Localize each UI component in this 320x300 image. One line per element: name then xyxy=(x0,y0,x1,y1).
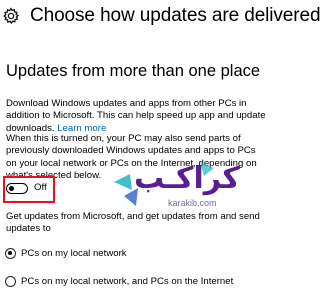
delivery-toggle-switch[interactable] xyxy=(6,183,28,194)
page-title: Choose how updates are delivered xyxy=(30,5,320,26)
radio-button-unselected[interactable] xyxy=(5,276,16,287)
watermark-subtext: karakib.com xyxy=(168,198,217,208)
section-heading: Updates from more than one place xyxy=(6,62,261,80)
description-body: Download Windows updates and apps from o… xyxy=(6,98,266,134)
radio-button-selected[interactable] xyxy=(5,248,16,259)
radio-label-local-network: PCs on my local network xyxy=(21,248,127,259)
description-text: Download Windows updates and apps from o… xyxy=(6,98,268,135)
get-updates-label: Get updates from Microsoft, and get upda… xyxy=(6,211,260,235)
page-header: Choose how updates are delivered xyxy=(0,0,320,34)
learn-more-link[interactable]: Learn more xyxy=(57,123,106,134)
radio-label-local-and-internet: PCs on my local network, and PCs on the … xyxy=(21,276,234,287)
sharing-note: When this is turned on, your PC may also… xyxy=(6,133,257,181)
toggle-knob xyxy=(9,185,14,191)
radio-dot xyxy=(8,251,13,256)
toggle-state-label: Off xyxy=(34,182,47,193)
gear-icon xyxy=(2,7,20,25)
